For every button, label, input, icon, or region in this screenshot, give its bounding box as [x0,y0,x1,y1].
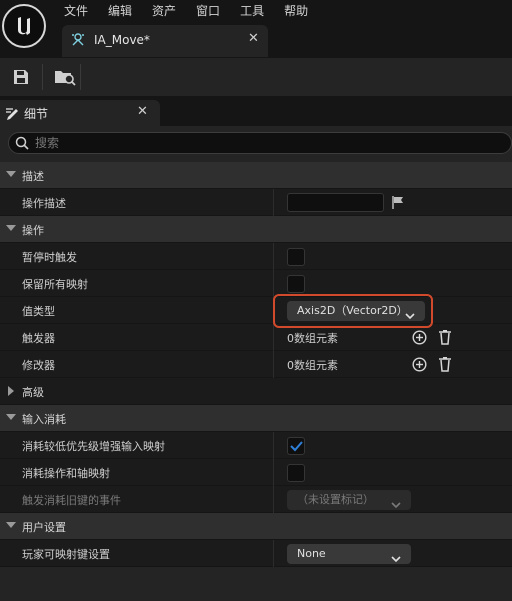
expand-arrow-icon[interactable] [6,414,16,420]
player-mappable-key-settings-dropdown[interactable]: None [287,544,411,564]
panel-footer [0,567,512,601]
category-label: 输入消耗 [22,413,66,426]
highlight-annotation [273,294,433,328]
action-description-field[interactable] [287,193,384,212]
column-divider[interactable] [273,324,274,351]
details-tab-title: 细节 [24,107,49,121]
category-label: 用户设置 [22,521,66,534]
consume-lower-priority-checkbox[interactable] [287,437,305,455]
category-description[interactable]: 描述 [0,162,512,189]
menu-file[interactable]: 文件 [54,0,98,20]
property-row-consume-action-and-axis: 消耗操作和轴映射 [0,459,512,486]
trash-icon[interactable] [438,329,452,348]
property-row-value-type: 值类型 Axis2D（Vector2D） [0,297,512,324]
search-input[interactable] [35,134,495,152]
column-divider[interactable] [273,486,274,513]
reserve-all-mappings-checkbox[interactable] [287,275,305,293]
panel-tab-bar: 细节 ✕ [0,96,512,126]
menu-asset[interactable]: 资产 [142,0,186,20]
toolbar-separator [80,64,81,90]
property-row-reserve-all-mappings: 保留所有映射 [0,270,512,297]
property-label: 触发器 [22,332,55,345]
property-label: 消耗操作和轴映射 [22,467,110,480]
save-icon [14,70,28,84]
column-divider[interactable] [273,243,274,270]
array-count: 0数组元素 [287,359,338,372]
flag-icon[interactable] [391,195,405,212]
save-button[interactable] [8,64,34,90]
menu-tools[interactable]: 工具 [230,0,274,20]
checkmark-icon [290,441,303,452]
dropdown-value: None [297,547,326,560]
property-label: 暂停时触发 [22,251,77,264]
property-label: 修改器 [22,359,55,372]
menu-edit[interactable]: 编辑 [98,0,142,20]
trigger-when-paused-checkbox[interactable] [287,248,305,266]
column-divider[interactable] [273,432,274,459]
property-row-player-mappable-key-settings: 玩家可映射键设置 None [0,540,512,567]
expand-arrow-icon[interactable] [6,171,16,177]
menu-window[interactable]: 窗口 [186,0,230,20]
category-label: 高级 [22,386,44,399]
asset-tab-title: IA_Move* [94,33,150,47]
property-label: 玩家可映射键设置 [22,548,110,561]
toolbar-separator [42,64,43,90]
consume-action-and-axis-checkbox[interactable] [287,464,305,482]
browse-asset-button[interactable] [52,64,78,90]
expand-arrow-icon[interactable] [6,522,16,528]
input-action-icon [70,32,86,51]
search-box[interactable] [8,132,512,154]
folder-search-icon [55,71,76,86]
toolbar [0,58,512,96]
column-divider[interactable] [273,351,274,378]
menu-help[interactable]: 帮助 [274,0,318,20]
expand-arrow-icon[interactable] [8,386,14,396]
asset-editor-tab[interactable]: IA_Move* ✕ [62,25,268,57]
property-row-action-description: 操作描述 [0,189,512,216]
property-label: 值类型 [22,305,55,318]
array-count: 0数组元素 [287,332,338,345]
category-label: 操作 [22,224,44,237]
property-row-trigger-when-paused: 暂停时触发 [0,243,512,270]
property-label: 触发消耗旧键的事件 [22,494,121,507]
search-icon [15,136,29,153]
trash-icon[interactable] [438,356,452,375]
column-divider[interactable] [273,459,274,486]
category-input-consumption[interactable]: 输入消耗 [0,405,512,432]
search-row [0,126,512,162]
close-panel-icon[interactable]: ✕ [137,104,148,119]
category-action[interactable]: 操作 [0,216,512,243]
column-divider[interactable] [273,540,274,567]
expand-arrow-icon[interactable] [6,225,16,231]
details-property-list: 描述 操作描述 操作 暂停时触发 保留所有映射 值类型 Axis2D（Vecto… [0,162,512,567]
property-label: 消耗较低优先级增强输入映射 [22,440,165,453]
property-row-trigger-legacy-events: 触发消耗旧键的事件 （未设置标记） [0,486,512,513]
menu-bar: 文件 编辑 资产 窗口 工具 帮助 [54,0,318,20]
details-pencil-icon [5,105,21,124]
property-row-modifiers: 修改器 0数组元素 [0,351,512,378]
unreal-logo-icon[interactable] [2,4,46,48]
dropdown-value: （未设置标记） [297,493,374,506]
add-element-icon[interactable] [412,330,427,348]
property-row-consume-lower-priority: 消耗较低优先级增强输入映射 [0,432,512,459]
property-label: 操作描述 [22,197,66,210]
close-tab-icon[interactable]: ✕ [248,31,259,46]
add-element-icon[interactable] [412,357,427,375]
column-divider[interactable] [273,189,274,216]
category-user-settings[interactable]: 用户设置 [0,513,512,540]
title-bar: 文件 编辑 资产 窗口 工具 帮助 IA_Move* ✕ [0,0,512,58]
column-divider[interactable] [273,270,274,297]
legacy-events-dropdown[interactable]: （未设置标记） [287,490,411,510]
details-panel-tab[interactable]: 细节 ✕ [0,100,160,126]
category-advanced[interactable]: 高级 [0,378,512,405]
category-label: 描述 [22,170,44,183]
property-row-triggers: 触发器 0数组元素 [0,324,512,351]
property-label: 保留所有映射 [22,278,88,291]
